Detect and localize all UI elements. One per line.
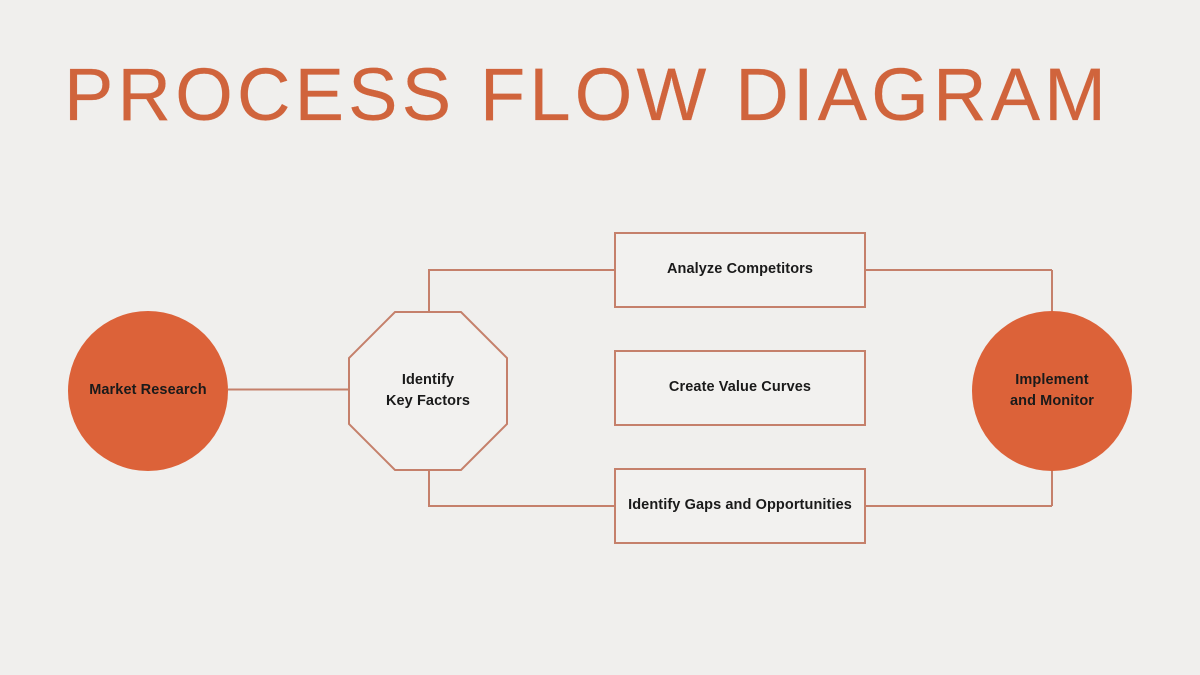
node-create-value-curves[interactable]: Create Value Curves [614, 350, 866, 426]
node-market-research-label: Market Research [89, 382, 207, 399]
node-implement-and-monitor[interactable]: Implement and Monitor [972, 311, 1132, 471]
node-identify-gaps-label: Identify Gaps and Opportunities [628, 497, 852, 514]
node-implement-and-monitor-label: Implement and Monitor [1009, 371, 1095, 409]
node-analyze-competitors-label: Analyze Competitors [666, 261, 814, 278]
slide-canvas: PROCESS FLOW DIAGRAM Market Research Ide… [0, 0, 1200, 675]
node-analyze-competitors[interactable]: Analyze Competitors [614, 232, 866, 308]
node-identify-key-factors[interactable]: Identify Key Factors [348, 311, 508, 471]
node-identify-key-factors-label: Identify Key Factors [385, 371, 471, 409]
node-market-research[interactable]: Market Research [68, 311, 228, 471]
node-create-value-curves-label: Create Value Curves [668, 379, 812, 396]
node-identify-gaps[interactable]: Identify Gaps and Opportunities [614, 468, 866, 544]
